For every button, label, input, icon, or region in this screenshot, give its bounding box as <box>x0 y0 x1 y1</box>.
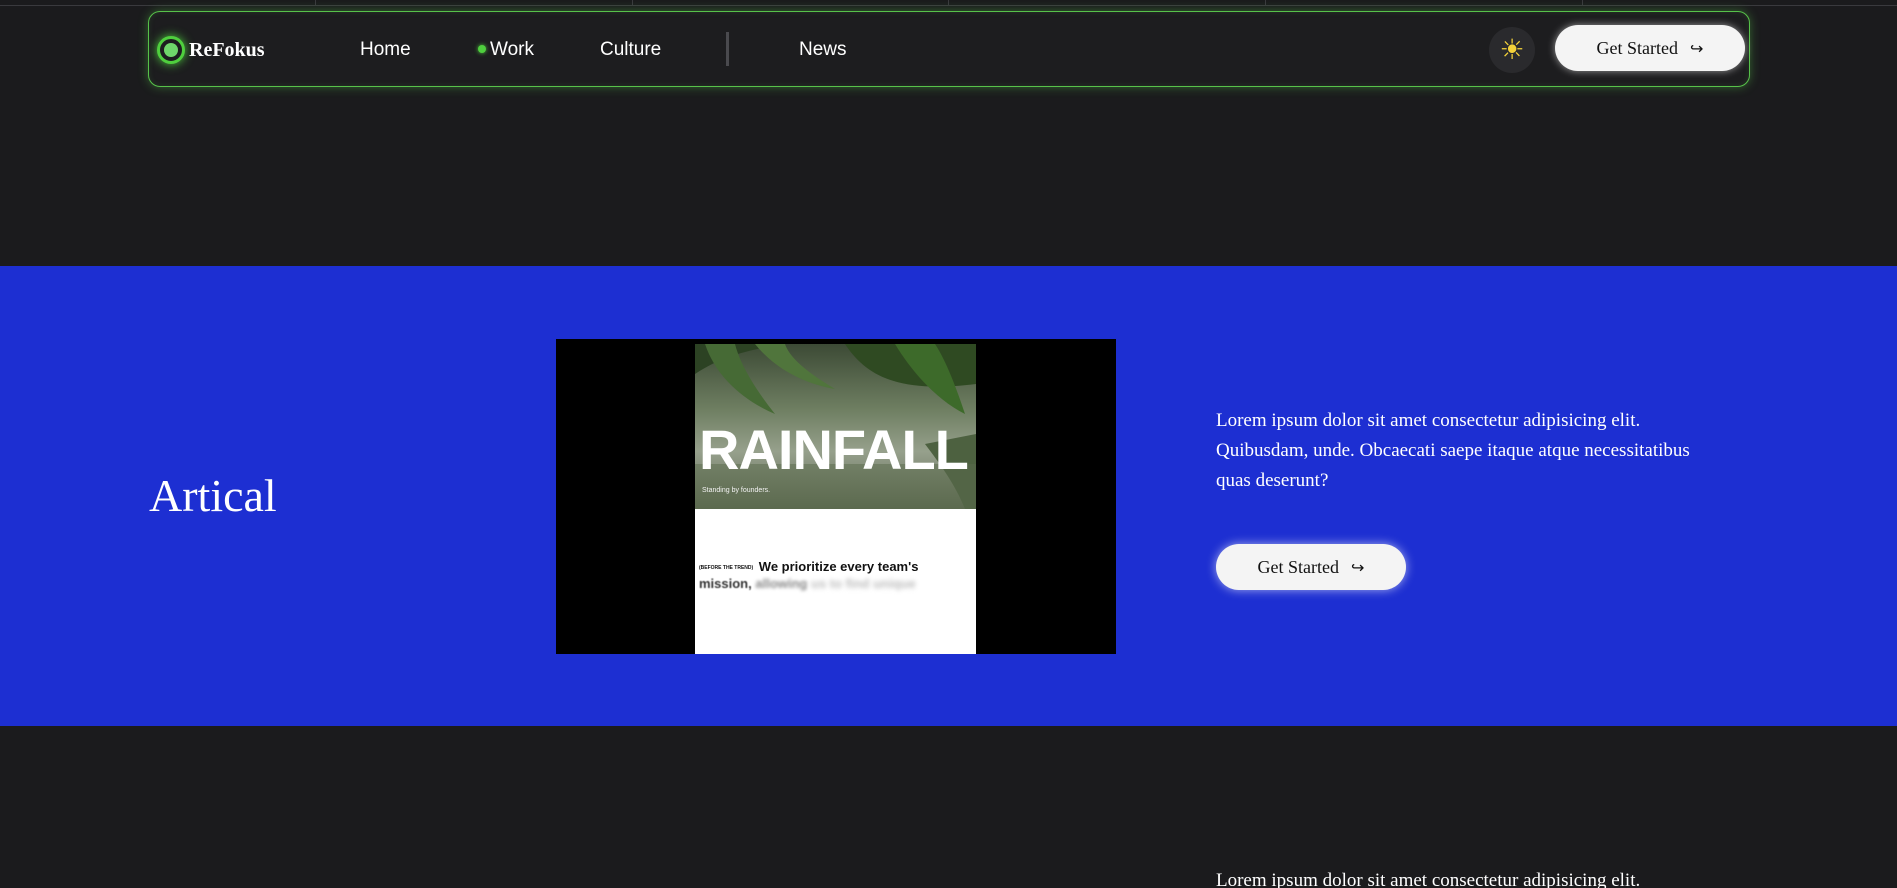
article-media[interactable]: RAINFALL Standing by founders. (BEFORE T… <box>556 339 1116 654</box>
get-started-label: Get Started <box>1257 556 1340 577</box>
nav-link-work[interactable]: Work <box>490 39 534 61</box>
divider-tick <box>632 0 633 5</box>
next-section-description: Lorem ipsum dolor sit amet consectetur a… <box>1216 870 1641 888</box>
divider-tick <box>315 0 316 5</box>
poster-headline-sharp: We prioritize every team's <box>758 559 919 574</box>
divider-tick <box>1582 0 1583 5</box>
navbar: ReFokus Home Work Culture News ☀ Get Sta… <box>148 11 1750 87</box>
active-indicator-dot <box>478 45 486 53</box>
divider-tick <box>1265 0 1266 5</box>
logo-text[interactable]: ReFokus <box>189 39 265 62</box>
get-started-button[interactable]: Get Started ↪ <box>1555 25 1745 71</box>
nav-link-news[interactable]: News <box>799 39 847 61</box>
poster-headline-fade: mission, <box>699 575 752 591</box>
article-get-started-button[interactable]: Get Started ↪ <box>1216 544 1406 590</box>
nav-link-culture[interactable]: Culture <box>600 39 661 61</box>
poster-headline-fade: us to find unique <box>811 575 916 591</box>
poster-headline-fade: allowing <box>755 575 808 591</box>
poster-kicker: (BEFORE THE TREND) <box>699 564 754 571</box>
poster-text-panel: (BEFORE THE TREND) We prioritize every t… <box>695 509 976 654</box>
poster-jungle-image: RAINFALL Standing by founders. <box>695 344 976 509</box>
nav-separator <box>726 32 729 66</box>
article-description: Lorem ipsum dolor sit amet consectetur a… <box>1216 410 1690 491</box>
poster-headline: (BEFORE THE TREND) We prioritize every t… <box>699 559 969 592</box>
divider-tick <box>948 0 949 5</box>
sun-icon: ☀ <box>1499 33 1525 66</box>
top-divider <box>0 5 1897 6</box>
article-poster-image: RAINFALL Standing by founders. (BEFORE T… <box>695 344 976 654</box>
featured-article-section: Artical RAINFALL Standing by founders. (… <box>0 266 1897 726</box>
arrow-return-right-icon: ↪ <box>1351 557 1365 577</box>
nav-link-home[interactable]: Home <box>360 39 411 61</box>
logo-icon[interactable] <box>157 36 185 64</box>
page: ReFokus Home Work Culture News ☀ Get Sta… <box>0 0 1897 888</box>
poster-subtitle: Standing by founders. <box>702 487 771 494</box>
arrow-return-right-icon: ↪ <box>1690 38 1704 58</box>
theme-toggle-button[interactable]: ☀ <box>1489 27 1535 73</box>
section-title: Artical <box>149 470 277 521</box>
poster-title: RAINFALL <box>699 418 969 481</box>
get-started-label: Get Started <box>1596 37 1679 58</box>
